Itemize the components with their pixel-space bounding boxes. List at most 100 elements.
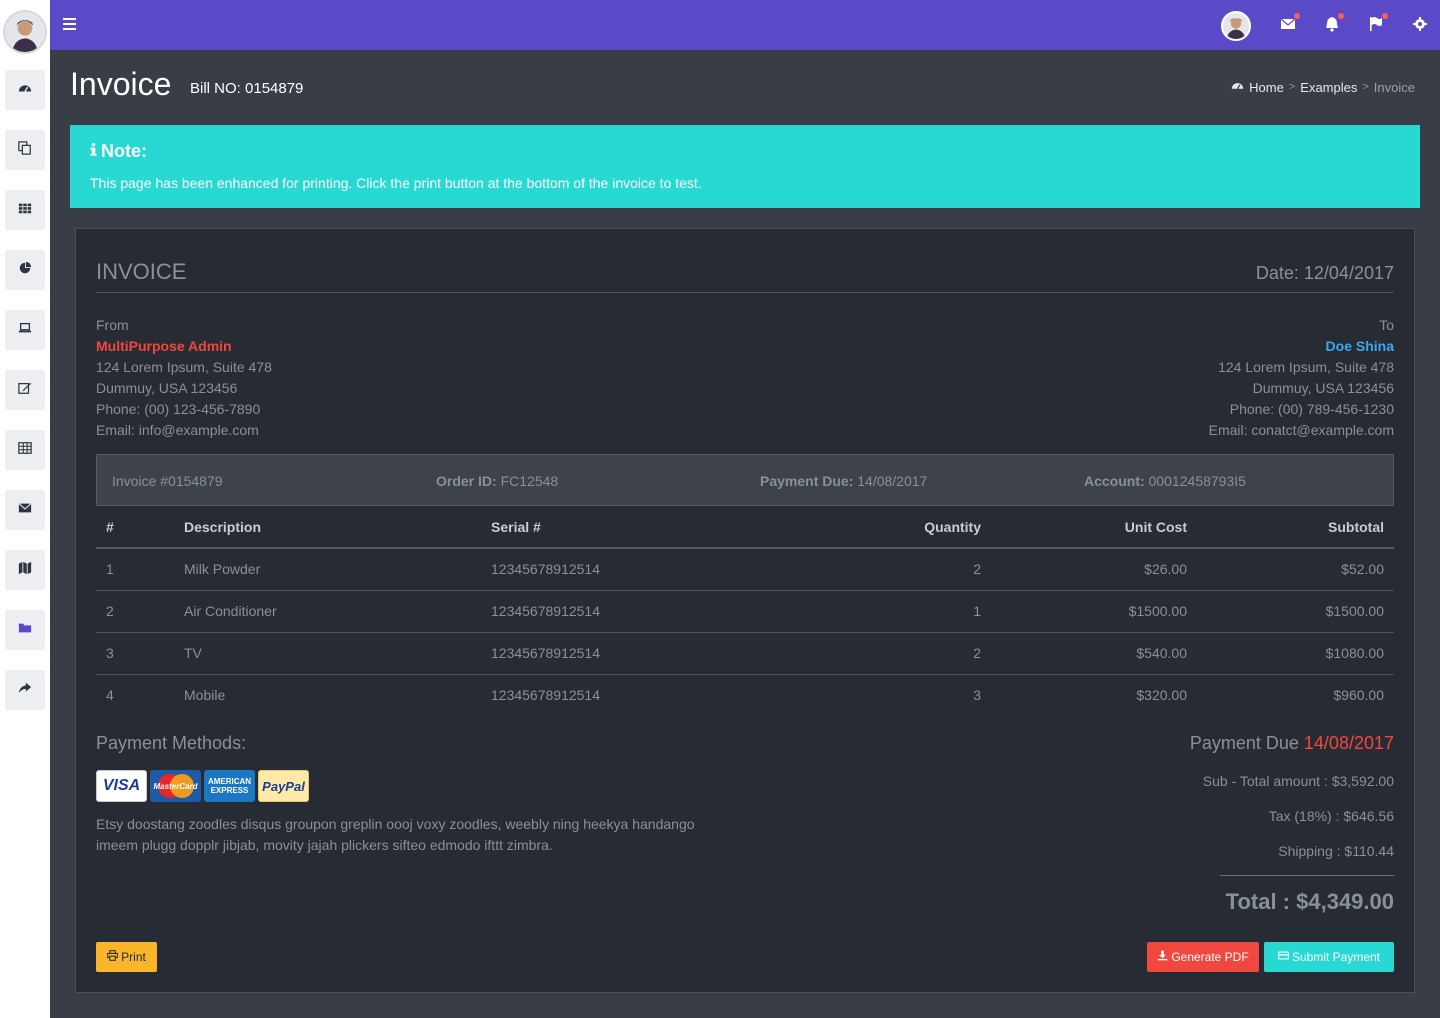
notification-dot (1338, 13, 1344, 19)
table-header-row: # Description Serial # Quantity Unit Cos… (96, 506, 1394, 549)
bell-icon[interactable] (1324, 13, 1344, 32)
cell-unit-cost: $1500.00 (981, 590, 1187, 633)
total-amount: Total : $4,349.00 (1225, 889, 1394, 914)
sidebar-avatar[interactable] (3, 10, 47, 54)
sidebar-item-apps[interactable] (5, 190, 45, 230)
cell-unit-cost: $540.00 (981, 632, 1187, 675)
to-label: To (1379, 317, 1394, 333)
sidebar-item-files[interactable] (5, 610, 45, 650)
account-value: 00012458793I5 (1148, 473, 1246, 489)
breadcrumb-examples[interactable]: Examples (1300, 80, 1357, 95)
generate-pdf-button[interactable]: Generate PDF (1147, 942, 1259, 972)
user-avatar[interactable] (1221, 11, 1251, 41)
invoice-panel: INVOICE Date: 12/04/2017 From MultiPurpo… (75, 228, 1415, 993)
payment-due-value: 14/08/2017 (857, 473, 928, 489)
menu-icon[interactable] (63, 18, 76, 30)
items-table: # Description Serial # Quantity Unit Cos… (96, 506, 1394, 716)
info-icon (90, 141, 97, 162)
breadcrumb-home[interactable]: Home (1249, 80, 1284, 95)
cell-serial: 12345678912514 (491, 632, 831, 675)
map-icon (18, 561, 32, 579)
grid-icon (18, 201, 32, 219)
gear-icon[interactable] (1412, 16, 1428, 32)
copy-icon (18, 141, 32, 159)
sidebar-item-mail[interactable] (5, 490, 45, 530)
subtotal-amount: Sub - Total amount : $3,592.00 (1202, 773, 1394, 789)
cell-description: TV (184, 632, 491, 675)
cell-number: 3 (96, 632, 184, 675)
mastercard-label: MasterCard (153, 781, 198, 791)
print-note: Note: This page has been enhanced for pr… (70, 125, 1420, 208)
from-address-line2: Dummuy, USA 123456 (96, 380, 238, 396)
sidebar-item-tables[interactable] (5, 430, 45, 470)
print-label: Print (121, 950, 146, 964)
cell-description: Milk Powder (184, 548, 491, 591)
table-row: 3 TV 12345678912514 2 $540.00 $1080.00 (96, 632, 1394, 675)
laptop-icon (18, 321, 32, 339)
col-subtotal: Subtotal (1187, 506, 1394, 549)
print-button[interactable]: Print (96, 942, 157, 972)
sidebar-item-charts[interactable] (5, 250, 45, 290)
generate-pdf-label: Generate PDF (1171, 950, 1249, 964)
payment-due-summary-date: 14/08/2017 (1303, 733, 1394, 753)
envelope-icon (18, 501, 32, 519)
cell-quantity: 2 (831, 632, 981, 675)
download-icon (1157, 950, 1168, 964)
payment-due: Payment Due: 14/08/2017 (760, 473, 927, 489)
dashboard-icon (18, 81, 32, 99)
amex-logo: AMERICAN EXPRESS (204, 770, 255, 802)
page-subtitle: Bill NO: 0154879 (190, 80, 304, 97)
note-title: Note: (90, 141, 147, 162)
invoice-heading: INVOICE (96, 259, 187, 284)
envelope-icon[interactable] (1280, 13, 1300, 32)
flag-icon[interactable] (1368, 13, 1388, 32)
edit-icon (18, 381, 32, 399)
to-name: Doe Shina (1325, 338, 1394, 354)
invoice-date: Date: 12/04/2017 (1255, 263, 1394, 283)
dashboard-icon (1231, 79, 1244, 95)
col-number: # (96, 506, 184, 549)
page-title: Invoice (70, 66, 172, 102)
divider (96, 292, 1394, 293)
cell-subtotal: $1080.00 (1187, 632, 1394, 675)
order-id-label: Order ID: (436, 473, 497, 489)
payment-cards: VISA MasterCard AMERICAN EXPRESS PayPal (96, 770, 309, 802)
cell-subtotal: $960.00 (1333, 687, 1384, 704)
cell-quantity: 2 (831, 548, 981, 591)
cell-number: 1 (96, 548, 184, 591)
tax-amount: Tax (18%) : $646.56 (1268, 808, 1394, 824)
cell-description: Mobile (184, 687, 226, 704)
credit-card-icon (1278, 950, 1289, 964)
paypal-logo: PayPal (258, 770, 309, 802)
invoice-number: Invoice #0154879 (112, 473, 223, 489)
to-address: To Doe Shina 124 Lorem Ipsum, Suite 478 … (1209, 315, 1394, 441)
from-phone: Phone: (00) 123-456-7890 (96, 401, 261, 417)
account-label: Account: (1084, 473, 1145, 489)
sidebar-item-ui[interactable] (5, 310, 45, 350)
cell-subtotal: $1500.00 (1187, 590, 1394, 633)
cell-serial: 12345678912514 (491, 687, 601, 704)
from-name: MultiPurpose Admin (96, 338, 232, 354)
col-quantity: Quantity (831, 506, 981, 549)
cell-unit-cost: $26.00 (981, 548, 1187, 591)
visa-logo: VISA (96, 770, 147, 802)
sidebar-item-maps[interactable] (5, 550, 45, 590)
submit-payment-button[interactable]: Submit Payment (1264, 942, 1394, 972)
order-id-value: FC12548 (500, 473, 559, 489)
sidebar-item-pages[interactable] (5, 130, 45, 170)
cell-number: 4 (106, 687, 114, 704)
cell-quantity: 1 (831, 590, 981, 633)
sidebar-item-share[interactable] (5, 670, 45, 710)
table-row: 4 Mobile 12345678912514 3 $320.00 $960.0… (96, 674, 1394, 716)
cell-unit-cost: $320.00 (1136, 687, 1187, 704)
sidebar (0, 0, 50, 1018)
cell-description: Air Conditioner (184, 590, 491, 633)
sidebar-item-forms[interactable] (5, 370, 45, 410)
notification-dot (1294, 13, 1300, 19)
table-row: 2 Air Conditioner 12345678912514 1 $1500… (96, 590, 1394, 633)
sidebar-item-dashboard[interactable] (5, 70, 45, 110)
table-icon (18, 441, 32, 459)
breadcrumb-current: Invoice (1373, 79, 1415, 95)
breadcrumb-separator: > (1288, 81, 1296, 93)
from-address: From MultiPurpose Admin 124 Lorem Ipsum,… (96, 315, 272, 441)
